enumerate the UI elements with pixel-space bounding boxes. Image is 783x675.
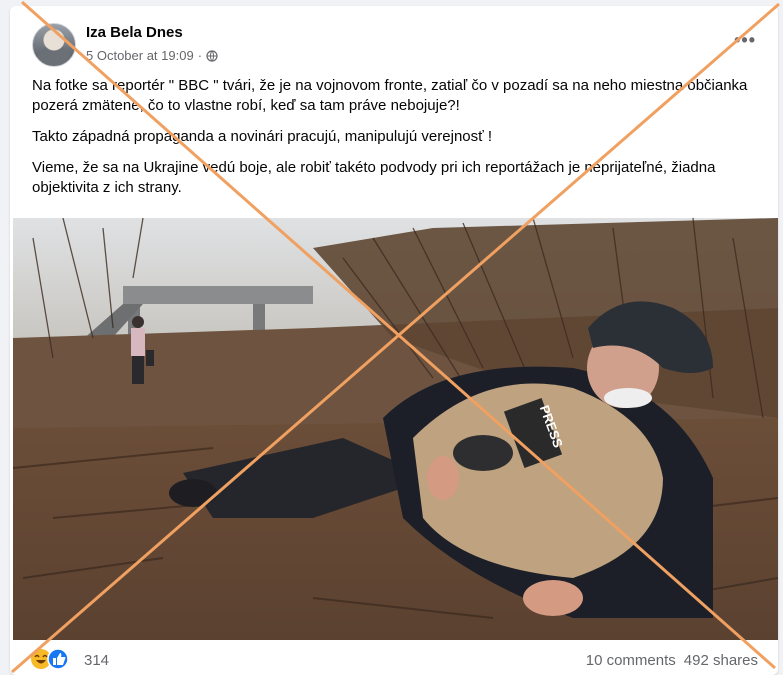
- like-reaction-icon: [47, 648, 69, 670]
- post-text: Na fotke sa reportér " BBC " tvári, že j…: [32, 76, 767, 209]
- author-name[interactable]: Iza Bela Dnes: [86, 24, 183, 41]
- globe-icon: [206, 49, 218, 62]
- meta-separator: ·: [197, 48, 203, 63]
- comments-count-link[interactable]: 10 comments: [586, 652, 676, 669]
- post-date[interactable]: 5 October at 19:09: [86, 48, 194, 63]
- reaction-count[interactable]: 314: [84, 652, 109, 669]
- reporter-photo: PRESS: [13, 218, 778, 640]
- post-paragraph-3: Vieme, že sa na Ukrajine vedú boje, ale …: [32, 159, 716, 196]
- post-paragraph-1: Na fotke sa reportér " BBC " tvári, že j…: [32, 77, 748, 114]
- more-options-button[interactable]: •••: [734, 30, 756, 51]
- post-photo[interactable]: PRESS: [13, 218, 778, 640]
- reaction-icons[interactable]: [30, 648, 69, 670]
- author-avatar[interactable]: [32, 23, 76, 67]
- shares-count-link[interactable]: 492 shares: [684, 652, 758, 669]
- post-meta: 5 October at 19:09 ·: [86, 48, 218, 63]
- post-stats: 10 comments 492 shares: [586, 652, 758, 669]
- post-card: Iza Bela Dnes 5 October at 19:09 · ••• N…: [10, 6, 778, 675]
- post-paragraph-2: Takto západná propaganda a novinári prac…: [32, 128, 493, 145]
- post-footer: 314 10 comments 492 shares: [10, 642, 778, 675]
